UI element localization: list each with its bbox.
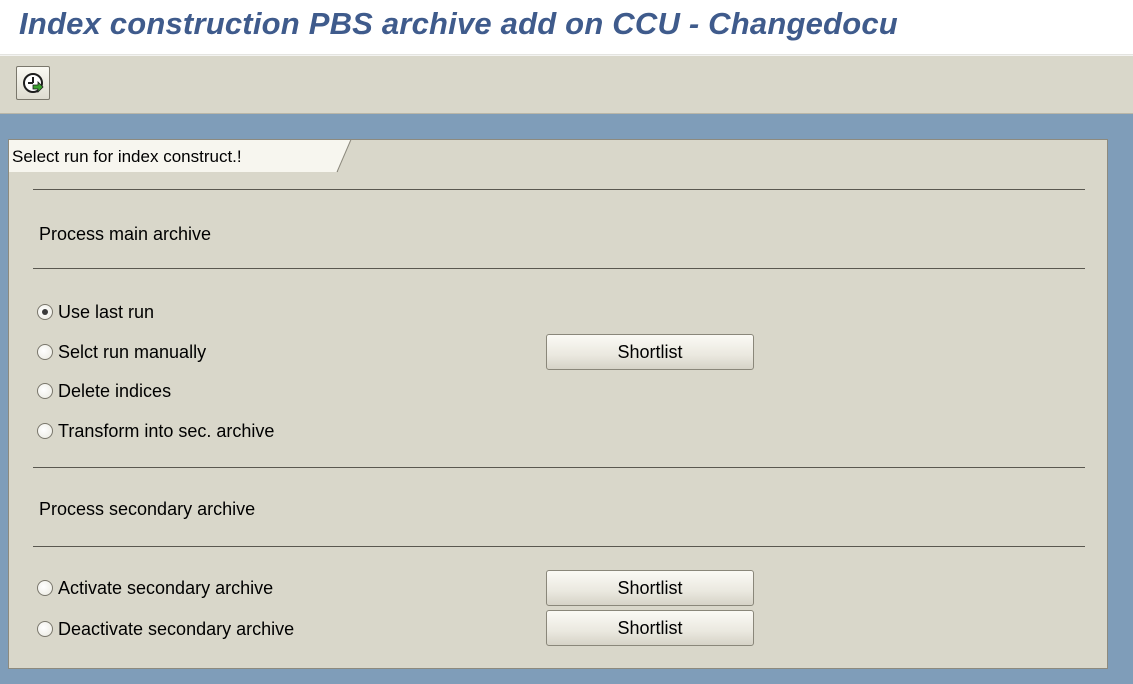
radio-button[interactable]: [37, 344, 53, 360]
divider: [33, 189, 1085, 190]
radio-button[interactable]: [37, 423, 53, 439]
title-bar: Index construction PBS archive add on CC…: [0, 0, 1133, 55]
radio-select-run-manually[interactable]: Selct run manually: [37, 339, 206, 365]
application-toolbar: [0, 56, 1133, 114]
divider: [33, 467, 1085, 468]
divider: [33, 268, 1085, 269]
secondary-archive-heading: Process secondary archive: [39, 499, 256, 519]
divider: [33, 546, 1085, 547]
radio-delete-indices[interactable]: Delete indices: [37, 378, 171, 404]
radio-use-last-run[interactable]: Use last run: [37, 299, 154, 325]
radio-button[interactable]: [37, 304, 53, 320]
radio-label: Transform into sec. archive: [58, 420, 275, 441]
window-title: Index construction PBS archive add on CC…: [19, 6, 898, 41]
tab-label: Select run for index construct.!: [8, 139, 338, 172]
deactivate-shortlist-button[interactable]: Shortlist: [546, 610, 754, 646]
radio-label: Delete indices: [58, 380, 172, 401]
tab-slant: [336, 139, 352, 173]
execute-button[interactable]: [16, 66, 50, 100]
radio-button[interactable]: [37, 621, 53, 637]
radio-label: Deactivate secondary archive: [58, 618, 295, 639]
radio-transform-sec-archive[interactable]: Transform into sec. archive: [37, 418, 274, 444]
radio-label: Activate secondary archive: [58, 577, 274, 598]
main-archive-heading: Process main archive: [39, 224, 212, 244]
radio-label: Selct run manually: [58, 341, 207, 362]
radio-button[interactable]: [37, 580, 53, 596]
activate-shortlist-button[interactable]: Shortlist: [546, 570, 754, 606]
radio-deactivate-secondary-archive[interactable]: Deactivate secondary archive: [37, 616, 294, 642]
radio-label: Use last run: [58, 301, 155, 322]
radio-button[interactable]: [37, 383, 53, 399]
clock-execute-icon: [23, 73, 44, 93]
shortlist-button[interactable]: Shortlist: [546, 334, 754, 370]
radio-activate-secondary-archive[interactable]: Activate secondary archive: [37, 575, 273, 601]
